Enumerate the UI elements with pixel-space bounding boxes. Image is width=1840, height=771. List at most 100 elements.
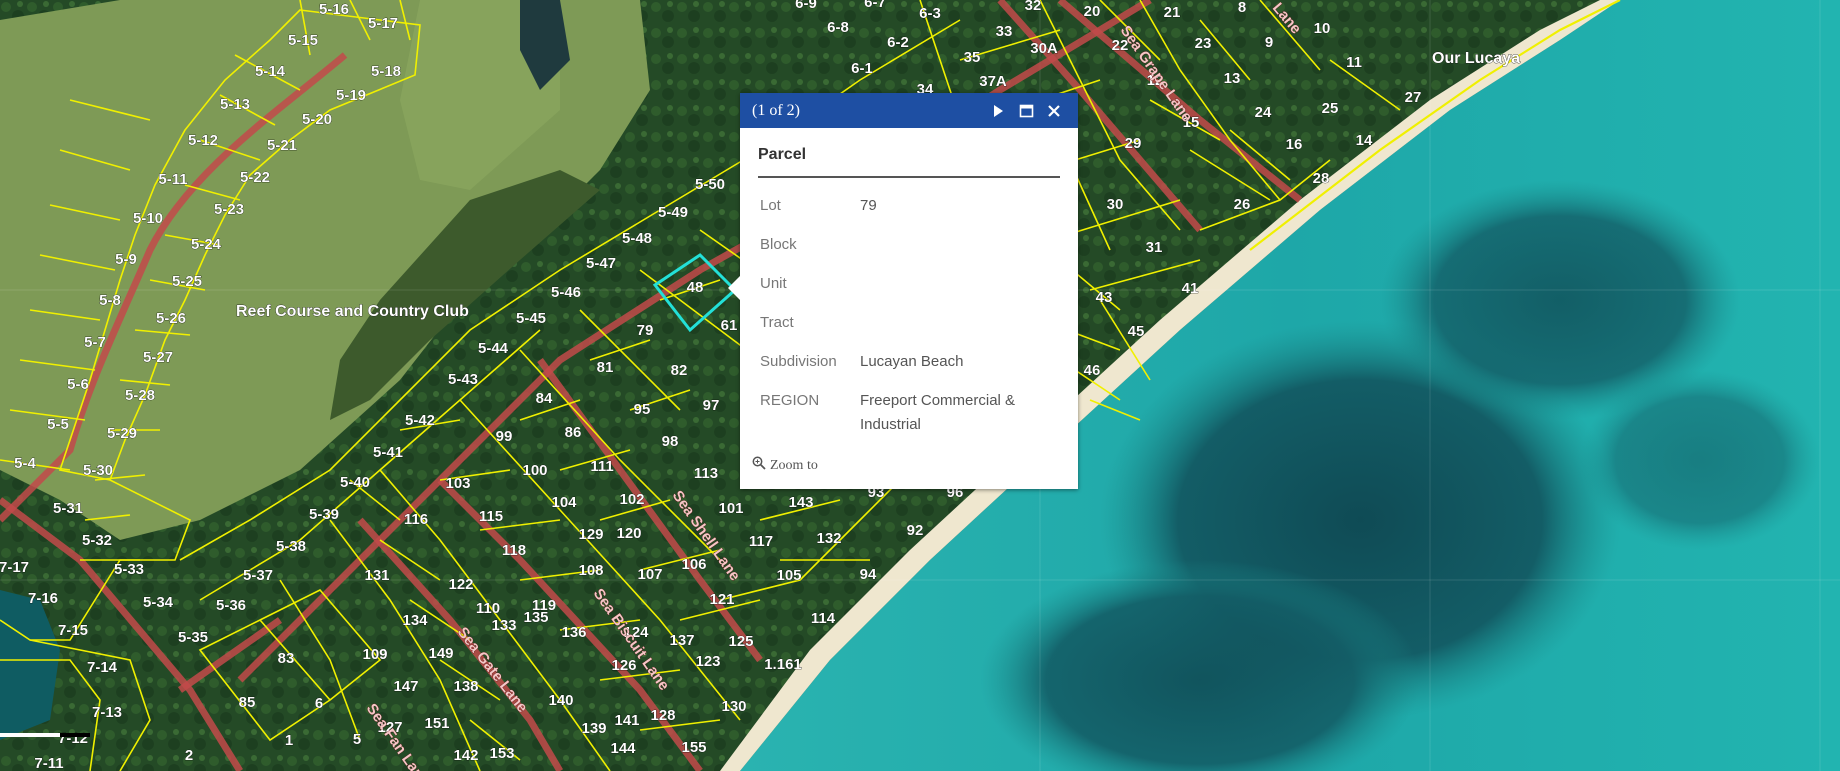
attribute-key: Unit <box>760 275 787 292</box>
lot-label: 81 <box>597 359 614 376</box>
lot-label: 35 <box>964 49 981 66</box>
lot-label: 21 <box>1164 4 1181 21</box>
maximize-button[interactable] <box>1014 99 1038 123</box>
lot-label: 24 <box>1255 104 1272 121</box>
lot-label: 132 <box>816 530 841 547</box>
place-label-our-lucaya: Our Lucaya <box>1432 50 1520 67</box>
lot-label: 37A <box>979 73 1007 90</box>
play-next-icon <box>994 104 1003 117</box>
lot-label: 5-39 <box>309 506 339 523</box>
lot-label: 101 <box>718 500 743 517</box>
lot-label: 1 <box>285 732 293 749</box>
zoom-to-link[interactable]: Zoom to <box>752 456 818 475</box>
lot-label: 113 <box>694 465 718 482</box>
lot-label: 32 <box>1025 0 1042 14</box>
lot-label: 5-20 <box>302 111 332 128</box>
lot-label: 129 <box>578 526 603 543</box>
lot-label: 135 <box>523 609 548 626</box>
lot-label: 6-2 <box>887 34 909 51</box>
lot-label: 134 <box>402 612 428 629</box>
lot-label: 5-9 <box>115 251 137 268</box>
lot-label: 5-41 <box>373 444 403 461</box>
lot-label: 7-14 <box>87 659 118 676</box>
attribute-row: Unit <box>758 266 1060 305</box>
attribute-value: 79 <box>860 197 877 214</box>
next-feature-button[interactable] <box>986 99 1010 123</box>
lot-label: 30A <box>1030 40 1058 57</box>
lot-label: 5-49 <box>658 204 688 221</box>
lot-label: 5-44 <box>478 340 509 357</box>
lot-label: 5-23 <box>214 201 244 218</box>
lot-label: 137 <box>669 632 694 649</box>
lot-label: 138 <box>453 678 478 695</box>
lot-label: 6-8 <box>827 19 849 36</box>
attribute-value <box>858 266 1060 305</box>
lot-label: 5-4 <box>14 455 36 472</box>
lot-label: 46 <box>1084 362 1101 379</box>
popup-pointer <box>728 276 740 300</box>
lot-label: 14 <box>1356 132 1373 149</box>
lot-label: 5-35 <box>178 629 208 646</box>
lot-label: 82 <box>671 362 688 379</box>
lot-label: 5-48 <box>622 230 652 247</box>
parcel-popup: (1 of 2) Parcel Lot 79 Block Unit Tract S… <box>728 93 1078 489</box>
lot-label: 117 <box>749 533 773 550</box>
lot-label: 5-36 <box>216 597 246 614</box>
lot-label: 48 <box>687 279 704 296</box>
lot-label: 5-29 <box>107 425 137 442</box>
attribute-key: Subdivision <box>760 353 837 370</box>
attribute-key: Block <box>760 236 797 253</box>
lot-label: 5-10 <box>133 210 163 227</box>
lot-label: 109 <box>362 646 387 663</box>
lot-label: 106 <box>681 556 706 573</box>
attribute-row: Lot 79 <box>758 188 1060 227</box>
lot-label: 136 <box>561 624 586 641</box>
lot-label: 5-16 <box>319 1 349 18</box>
lot-label: 5-17 <box>368 15 398 32</box>
lot-label: 5-13 <box>220 96 250 113</box>
lot-label: 7-16 <box>28 590 58 607</box>
lot-label: 99 <box>496 428 513 445</box>
place-label-club: Reef Course and Country Club <box>236 303 469 320</box>
attribute-row: Block <box>758 227 1060 266</box>
lot-label: 147 <box>393 678 418 695</box>
lot-label: 5-27 <box>143 349 173 366</box>
attribute-table: Lot 79 Block Unit Tract Subdivision Lucaya… <box>758 188 1060 446</box>
popup-header: (1 of 2) <box>740 93 1078 128</box>
attribute-row: REGION Freeport Commercial & Industrial <box>758 383 1060 446</box>
lot-label: 28 <box>1313 170 1330 187</box>
lot-label: 5-21 <box>267 137 297 154</box>
lot-label: 105 <box>776 567 801 584</box>
lot-label: 151 <box>424 715 449 732</box>
lot-label: 121 <box>709 591 734 608</box>
lot-label: 5-22 <box>240 169 270 186</box>
lot-label: 5-25 <box>172 273 202 290</box>
lot-label: 5-24 <box>191 236 222 253</box>
lot-label: 2 <box>185 747 193 764</box>
magnifier-icon <box>752 456 766 475</box>
lot-label: 33 <box>996 23 1013 40</box>
lot-label: 130 <box>721 698 746 715</box>
lot-label: 120 <box>616 525 641 542</box>
lot-label: 143 <box>788 494 813 511</box>
lot-label: 5-26 <box>156 310 186 327</box>
lot-label: 125 <box>728 633 753 650</box>
lot-label: 141 <box>614 712 639 729</box>
lot-label: 85 <box>239 694 256 711</box>
attribute-value: Freeport Commercial & Industrial <box>860 392 1016 433</box>
lot-label: 5-28 <box>125 387 155 404</box>
lot-label: 1.161 <box>764 656 802 673</box>
lot-label: 6-9 <box>795 0 817 12</box>
popup-feature-count: (1 of 2) <box>752 101 800 119</box>
scale-bar <box>0 733 90 737</box>
lot-label: 7-11 <box>34 755 63 771</box>
close-button[interactable] <box>1042 99 1066 123</box>
lot-label: 100 <box>522 462 547 479</box>
lot-label: 5-43 <box>448 371 478 388</box>
lot-label: 41 <box>1182 280 1199 297</box>
lot-label: 5-37 <box>243 567 273 584</box>
lot-label: 86 <box>565 424 582 441</box>
lot-label: 7-13 <box>92 704 122 721</box>
lot-label: 133 <box>491 617 516 634</box>
attribute-value <box>858 305 1060 344</box>
